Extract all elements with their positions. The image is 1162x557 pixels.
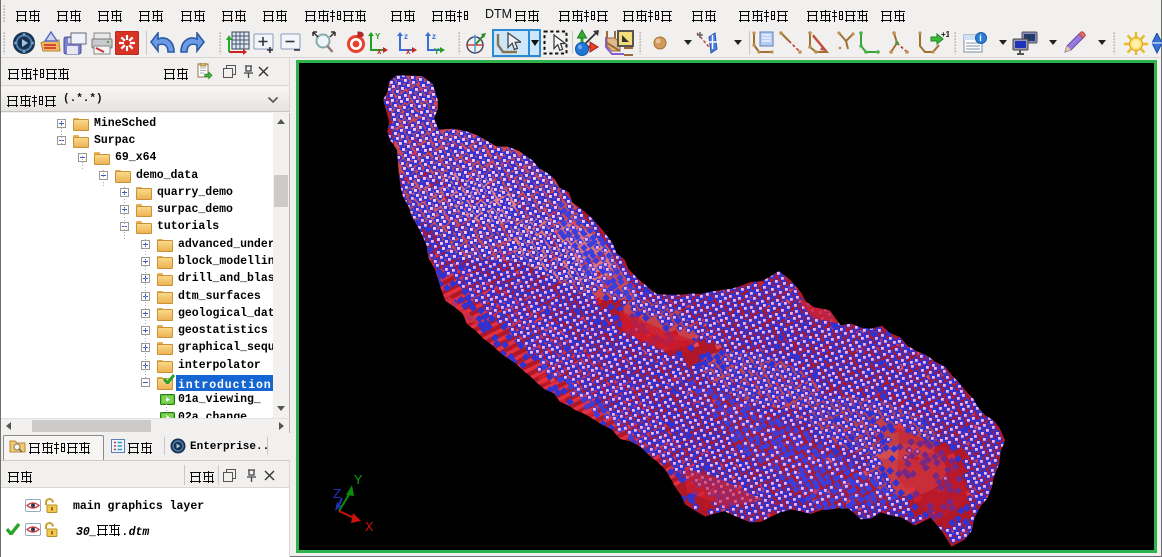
svg-text:x: x bbox=[406, 47, 411, 55]
svg-text:z: z bbox=[404, 32, 408, 41]
svg-text:i: i bbox=[979, 33, 982, 43]
svg-text:Y: Y bbox=[434, 47, 440, 55]
svg-text:+1: +1 bbox=[941, 31, 949, 39]
svg-text:x: x bbox=[377, 47, 382, 55]
svg-text:z: z bbox=[432, 32, 436, 41]
svg-text:X: X bbox=[365, 520, 374, 536]
svg-text:Z: Z bbox=[333, 487, 341, 503]
svg-text:Y: Y bbox=[354, 473, 363, 489]
svg-text:Y: Y bbox=[375, 32, 381, 41]
